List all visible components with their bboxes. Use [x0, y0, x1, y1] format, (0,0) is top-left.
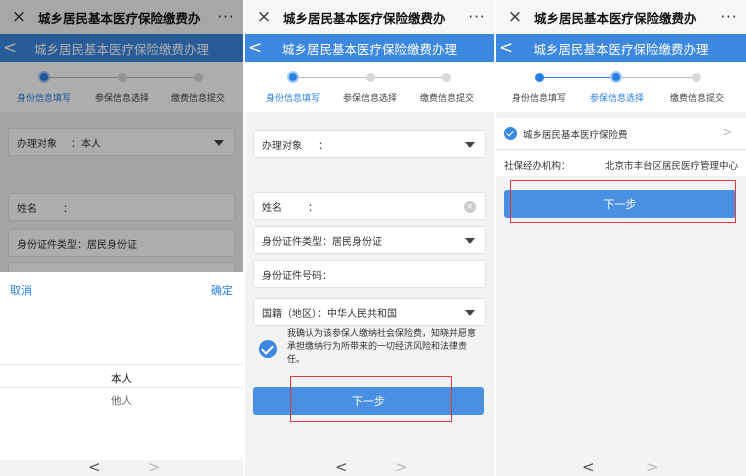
step-label: 身份信息填写 — [265, 94, 321, 104]
window-titlebar: × 城乡居民基本医疗保险缴费办 ··· — [496, 0, 746, 34]
step-dot — [692, 73, 701, 82]
nationality-select[interactable]: 国籍（地区）：中华人民共和国 — [253, 298, 486, 326]
field-label: 办理对象 — [262, 140, 302, 152]
agency-value: 北京市丰台区居民医疗管理中心 — [604, 161, 738, 172]
step-indicator: 身份信息填写 参保信息选择 缴费信息提交 — [496, 62, 746, 112]
step-label: 参保信息选择 — [589, 94, 645, 104]
step-label: 参保信息选择 — [342, 94, 398, 104]
highlight-box — [510, 180, 736, 223]
insurance-item-row[interactable]: 城乡居民基本医疗保险费 > — [496, 118, 746, 148]
window-title: 城乡居民基本医疗保险缴费办 — [534, 10, 697, 26]
field-value: ： — [308, 202, 318, 214]
highlight-box — [290, 376, 452, 422]
browser-nav: < > — [0, 460, 243, 476]
step-indicator: 身份信息填写 参保信息选择 缴费信息提交 — [245, 62, 494, 112]
back-icon[interactable]: < — [496, 38, 516, 58]
field-label: 身份证件号码： — [262, 270, 332, 282]
name-field[interactable]: 姓名 ： × — [253, 192, 486, 220]
confirm-button[interactable]: 确定 — [211, 282, 233, 298]
chevron-down-icon — [465, 238, 475, 244]
more-icon[interactable]: ··· — [460, 8, 494, 26]
more-icon[interactable]: ··· — [712, 8, 746, 26]
page-title: 城乡居民基本医疗保险缴费办理 — [533, 41, 709, 57]
window-titlebar: × 城乡居民基本医疗保险缴费办 ··· — [245, 0, 494, 34]
chevron-down-icon — [465, 142, 475, 148]
window-title: 城乡居民基本医疗保险缴费办 — [283, 10, 446, 26]
target-select[interactable]: 办理对象 ： — [253, 130, 486, 158]
step-dot-active — [610, 71, 622, 83]
picker-option-other[interactable]: 他人 — [0, 393, 243, 408]
agency-row: 社保经办机构： 北京市丰台区居民医疗管理中心 — [496, 150, 746, 176]
step-label: 身份信息填写 — [511, 94, 567, 104]
chevron-down-icon — [465, 310, 475, 316]
page-header: < 城乡居民基本医疗保险缴费办理 — [496, 34, 746, 62]
field-value: ： — [318, 140, 328, 152]
screen-step1-form: × 城乡居民基本医疗保险缴费办 ··· < 城乡居民基本医疗保险缴费办理 身份信… — [245, 0, 494, 476]
nav-back-icon[interactable]: < — [582, 460, 595, 475]
step-connector — [293, 77, 369, 78]
browser-nav: < > — [496, 460, 746, 476]
step-dot — [366, 73, 375, 82]
step-dot-active — [287, 71, 299, 83]
nav-forward-icon[interactable]: > — [646, 460, 659, 475]
step-dot — [442, 73, 451, 82]
clear-icon[interactable]: × — [464, 201, 476, 213]
close-icon[interactable]: × — [245, 7, 283, 27]
step-connector — [540, 77, 616, 78]
field-label: 国籍（地区）：中华人民共和国 — [262, 308, 397, 320]
nav-back-icon[interactable]: < — [335, 460, 348, 475]
step-label: 缴费信息提交 — [669, 94, 725, 104]
agree-checkbox[interactable] — [259, 340, 277, 358]
modal-overlay[interactable] — [0, 0, 243, 272]
browser-nav: < > — [245, 460, 494, 476]
chevron-right-icon: > — [721, 125, 732, 139]
nav-back-icon[interactable]: < — [88, 460, 101, 475]
picker-divider — [0, 364, 243, 365]
picker-sheet: 取消 确定 本人 他人 — [0, 272, 243, 476]
screen-step1-picker: × 城乡居民基本医疗保险缴费办 ··· < 城乡居民基本医疗保险缴费办理 身份信… — [0, 0, 243, 476]
screen-step2-insurance: × 城乡居民基本医疗保险缴费办 ··· < 城乡居民基本医疗保险缴费办理 身份信… — [496, 0, 746, 476]
agreement-text: 我确认为该参保人缴纳社会保险费，知晓并愿意承担缴纳行为所带来的一切经济风险和法律… — [287, 329, 477, 365]
page-header: < 城乡居民基本医疗保险缴费办理 — [245, 34, 494, 62]
close-icon[interactable]: × — [496, 7, 534, 27]
id-type-select[interactable]: 身份证件类型：居民身份证 — [253, 226, 486, 254]
agency-label: 社保经办机构： — [504, 161, 571, 172]
field-label: 姓名 — [262, 202, 282, 214]
picker-option-self[interactable]: 本人 — [0, 371, 243, 386]
id-number-field[interactable]: 身份证件号码： — [253, 260, 486, 288]
step-label: 缴费信息提交 — [419, 94, 475, 104]
nav-forward-icon[interactable]: > — [395, 460, 408, 475]
picker-divider — [0, 387, 243, 388]
cancel-button[interactable]: 取消 — [10, 282, 32, 298]
insurance-item-label: 城乡居民基本医疗保险费 — [523, 130, 628, 141]
step-connector — [620, 77, 696, 78]
page-title: 城乡居民基本医疗保险缴费办理 — [281, 41, 457, 57]
step-connector — [371, 77, 447, 78]
insurance-checkbox[interactable] — [504, 127, 517, 140]
field-label: 身份证件类型：居民身份证 — [262, 236, 382, 248]
nav-forward-icon[interactable]: > — [148, 460, 161, 475]
back-icon[interactable]: < — [245, 38, 265, 58]
step-dot-done — [535, 73, 544, 82]
